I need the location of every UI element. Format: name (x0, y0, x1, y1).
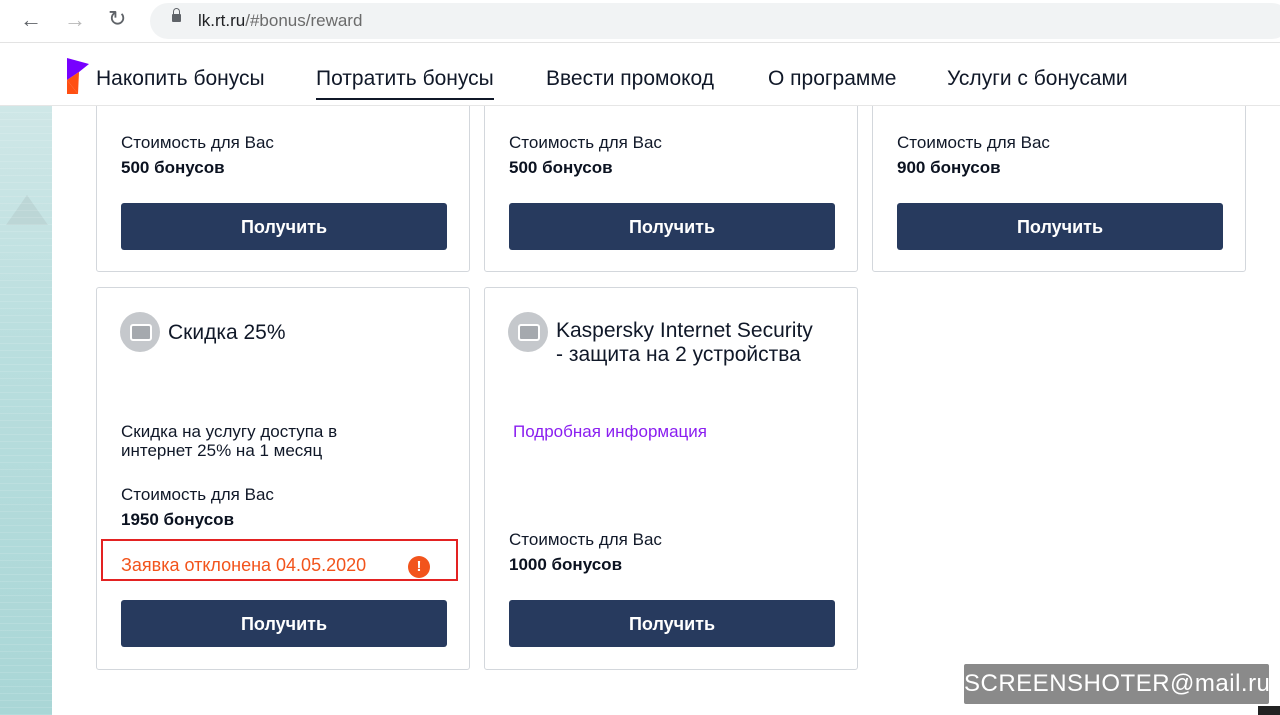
reward-card-kaspersky: Kaspersky Internet Security - защита на … (484, 287, 858, 670)
rostelecom-logo-icon[interactable] (66, 58, 90, 94)
corner-decoration (1258, 706, 1280, 715)
nav-earn-bonuses[interactable]: Накопить бонусы (96, 67, 265, 91)
rejected-status-box: Заявка отклонена 04.05.2020 ! (101, 539, 458, 581)
cost-label: Стоимость для Вас (897, 133, 1050, 152)
get-reward-button[interactable]: Получить (121, 203, 447, 250)
browser-toolbar: ← → ↻ lk.rt.ru/#bonus/reward (0, 0, 1280, 43)
cost-label: Стоимость для Вас (509, 133, 662, 152)
get-reward-button[interactable]: Получить (897, 203, 1223, 250)
back-arrow-icon[interactable]: ← (20, 9, 42, 31)
get-reward-button[interactable]: Получить (121, 600, 447, 647)
nav-spend-bonuses[interactable]: Потратить бонусы (316, 67, 494, 100)
reward-card-discount: Скидка 25% Скидка на услугу доступа в ин… (96, 287, 470, 670)
screenshoter-watermark: SCREENSHOTER@mail.ru (964, 664, 1270, 704)
card-description-line: Скидка на услугу доступа в (121, 422, 338, 441)
card-title-line: - защита на 2 устройства (556, 343, 801, 366)
cost-value: 500 бонусов (121, 158, 225, 177)
nav-services-with-bonuses[interactable]: Услуги с бонусами (947, 67, 1128, 91)
cost-value: 900 бонусов (897, 158, 1001, 177)
alert-icon[interactable]: ! (408, 556, 430, 578)
site-header: Накопить бонусы Потратить бонусы Ввести … (0, 43, 1280, 106)
lock-icon (172, 8, 181, 22)
nav-enter-promocode[interactable]: Ввести промокод (546, 67, 714, 91)
url-text[interactable]: lk.rt.ru/#bonus/reward (198, 11, 362, 31)
get-reward-button[interactable]: Получить (509, 203, 835, 250)
more-info-link[interactable]: Подробная информация (513, 422, 707, 442)
forward-arrow-icon[interactable]: → (64, 9, 86, 31)
cost-value: 500 бонусов (509, 158, 613, 177)
address-bar[interactable]: lk.rt.ru/#bonus/reward (150, 3, 1280, 39)
reward-card: Стоимость для Вас 900 бонусов Получить (872, 90, 1246, 272)
cost-value: 1950 бонусов (121, 510, 235, 529)
cost-label: Стоимость для Вас (509, 530, 662, 549)
card-title-line: Kaspersky Internet Security (556, 319, 813, 342)
cost-label: Стоимость для Вас (121, 485, 274, 504)
card-title: Скидка 25% (168, 321, 286, 344)
card-description-line: интернет 25% на 1 месяц (121, 441, 323, 460)
reload-icon[interactable]: ↻ (108, 8, 126, 30)
rejected-status-text: Заявка отклонена 04.05.2020 (121, 555, 367, 575)
get-reward-button[interactable]: Получить (509, 600, 835, 647)
scroll-up-arrow-icon[interactable] (6, 195, 48, 225)
cost-value: 1000 бонусов (509, 555, 623, 574)
nav-about-program[interactable]: О программе (768, 67, 896, 91)
url-host: lk.rt.ru (198, 11, 246, 30)
cost-label: Стоимость для Вас (121, 133, 274, 152)
device-icon (508, 312, 548, 352)
device-icon (120, 312, 160, 352)
url-path: /#bonus/reward (245, 11, 363, 30)
reward-card: Стоимость для Вас 500 бонусов Получить (484, 90, 858, 272)
reward-card: Стоимость для Вас 500 бонусов Получить (96, 90, 470, 272)
decorative-side-strip (0, 105, 52, 715)
